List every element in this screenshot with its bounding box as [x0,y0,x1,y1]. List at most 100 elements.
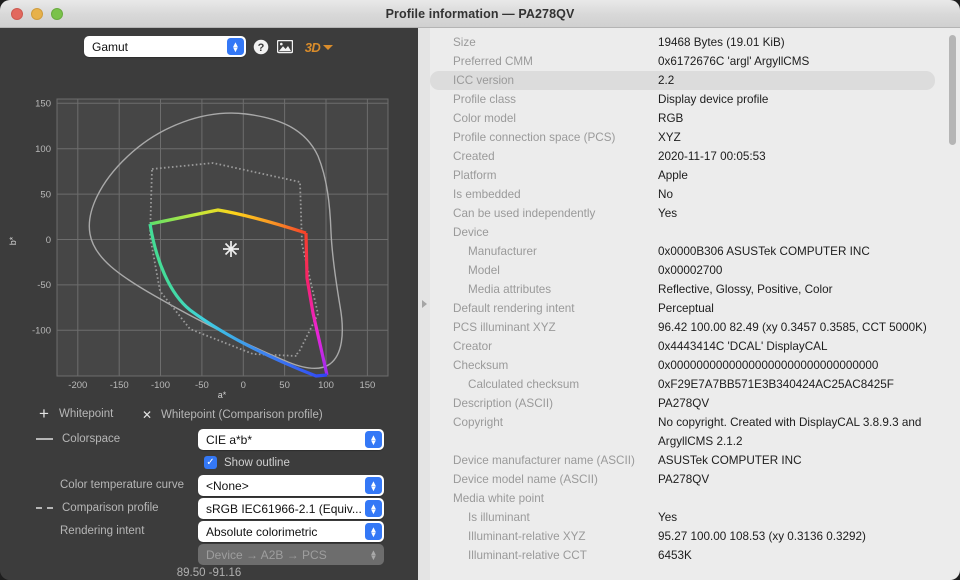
window-title: Profile information — PA278QV [0,7,960,21]
property-row[interactable]: PCS illuminant XYZ96.42 100.00 82.49 (xy… [430,318,945,337]
comparison-profile-select[interactable]: sRGB IEC61966-2.1 (Equiv... ▲▼ [198,498,384,519]
colorspace-select[interactable]: CIE a*b* ▲▼ [198,429,384,450]
solid-line-icon [36,438,53,440]
property-key: Creator [453,337,658,356]
colorspace-select-value: CIE a*b* [206,433,252,447]
property-value: No [658,185,945,204]
properties-scrollbar[interactable] [949,35,956,575]
property-value: PA278QV [658,394,945,413]
legend-colorspace-label: Colorspace [62,433,120,445]
profile-properties-panel[interactable]: Size19468 Bytes (19.01 KiB)Preferred CMM… [430,28,960,580]
property-row[interactable]: Media attributesReflective, Glossy, Posi… [430,280,945,299]
chevron-updown-icon: ▲▼ [365,523,382,540]
direction-select: Device → A2B → PCS ▲▼ [198,544,384,565]
property-row[interactable]: Color modelRGB [430,109,945,128]
property-value: 2.2 [658,71,935,90]
property-row[interactable]: Creator0x4443414C 'DCAL' DisplayCAL [430,337,945,356]
property-key: Default rendering intent [453,299,658,318]
property-key: ICC version [453,71,658,90]
property-key: Profile connection space (PCS) [453,128,658,147]
svg-text:150: 150 [35,99,51,110]
property-row[interactable]: Illuminant-relative CCT6453K [430,546,945,565]
property-row[interactable]: Checksum0x000000000000000000000000000000… [430,356,945,375]
svg-text:50: 50 [279,380,290,391]
chevron-updown-icon: ▲▼ [365,431,382,448]
threed-label: 3D [305,40,321,55]
minimize-button[interactable] [31,8,43,20]
property-row[interactable]: Can be used independentlyYes [430,204,945,223]
property-row[interactable]: Device manufacturer name (ASCII)ASUSTek … [430,451,945,470]
legend-whitepoint: + Whitepoint [36,408,113,420]
property-row[interactable]: Is embeddedNo [430,185,945,204]
property-row[interactable]: Preferred CMM0x6172676C 'argl' ArgyllCMS [430,52,945,71]
property-row[interactable]: Default rendering intentPerceptual [430,299,945,318]
property-row[interactable]: Illuminant-relative XYZ95.27 100.00 108.… [430,527,945,546]
property-row[interactable]: ICC version2.2 [430,71,935,90]
property-key: Profile class [453,90,658,109]
help-icon[interactable]: ? [252,38,270,56]
svg-text:0: 0 [46,235,51,246]
property-key: Media white point [453,489,658,508]
property-row[interactable]: Calculated checksum0xF29E7A7BB571E3B3404… [430,375,945,394]
expand-arrow-icon[interactable] [422,300,427,308]
property-row[interactable]: Device [430,223,945,242]
property-row[interactable]: CopyrightNo copyright. Created with Disp… [430,413,945,451]
property-key: Can be used independently [453,204,658,223]
property-row[interactable]: Media white point [430,489,945,508]
property-row[interactable]: Model0x00002700 [430,261,945,280]
chevron-down-icon [323,45,333,50]
property-value: 0xF29E7A7BB571E3B340424AC25AC8425F [658,375,945,394]
color-temperature-curve-select[interactable]: <None> ▲▼ [198,475,384,496]
color-temperature-curve-label: Color temperature curve [60,479,184,491]
profile-properties-list: Size19468 Bytes (19.01 KiB)Preferred CMM… [430,28,945,565]
rendering-intent-row: Rendering intent [60,525,144,537]
property-key: Illuminant-relative CCT [453,546,658,565]
property-row[interactable]: Manufacturer0x0000B306 ASUSTek COMPUTER … [430,242,945,261]
view-select[interactable]: Gamut ▲▼ [84,36,246,57]
threed-view-button[interactable]: 3D [302,38,336,56]
window-controls[interactable] [11,8,63,20]
scrollbar-thumb[interactable] [949,35,956,145]
property-row[interactable]: Profile connection space (PCS)XYZ [430,128,945,147]
gamut-plot[interactable]: 150 100 50 0 -50 -100 -200 -150 -100 -50… [0,86,418,398]
panel-splitter[interactable] [418,28,430,580]
property-row[interactable]: Device model name (ASCII)PA278QV [430,470,945,489]
maximize-button[interactable] [51,8,63,20]
close-button[interactable] [11,8,23,20]
svg-text:-200: -200 [68,380,87,391]
close-x-icon: ✕ [140,408,154,422]
property-row[interactable]: Is illuminantYes [430,508,945,527]
property-value: 19468 Bytes (19.01 KiB) [658,33,945,52]
property-key: Size [453,33,658,52]
legend-whitepoint-comparison: ✕ Whitepoint (Comparison profile) [140,408,323,422]
property-value: Apple [658,166,945,185]
show-outline-row[interactable]: ✓ Show outline [204,456,290,469]
property-value: 96.42 100.00 82.49 (xy 0.3457 0.3585, CC… [658,318,945,337]
image-icon[interactable] [276,38,294,56]
property-value: XYZ [658,128,945,147]
gamut-toolbar: Gamut ▲▼ ? 3D [0,36,418,66]
property-value: PA278QV [658,470,945,489]
property-row[interactable]: Created2020-11-17 00:05:53 [430,147,945,166]
legend-whitepoint-comparison-label: Whitepoint (Comparison profile) [161,409,323,421]
property-value: 6453K [658,546,945,565]
show-outline-checkbox[interactable]: ✓ [204,456,217,469]
rendering-intent-select[interactable]: Absolute colorimetric ▲▼ [198,521,384,542]
property-row[interactable]: PlatformApple [430,166,945,185]
svg-text:-100: -100 [151,380,170,391]
svg-text:-50: -50 [37,280,51,291]
property-value: Reflective, Glossy, Positive, Color [658,280,945,299]
chevron-updown-icon: ▲▼ [365,477,382,494]
svg-text:150: 150 [359,380,375,391]
svg-text:-100: -100 [32,326,51,337]
property-row[interactable]: Profile classDisplay device profile [430,90,945,109]
property-key: Calculated checksum [453,375,658,394]
property-row[interactable]: Description (ASCII)PA278QV [430,394,945,413]
property-row[interactable]: Size19468 Bytes (19.01 KiB) [430,33,945,52]
property-value: Yes [658,508,945,527]
property-key: Is illuminant [453,508,658,527]
gamut-plot-svg: 150 100 50 0 -50 -100 -200 -150 -100 -50… [0,86,418,398]
svg-text:0: 0 [241,380,246,391]
legend-comparison-profile-label: Comparison profile [62,502,159,514]
property-value: 0x4443414C 'DCAL' DisplayCAL [658,337,945,356]
